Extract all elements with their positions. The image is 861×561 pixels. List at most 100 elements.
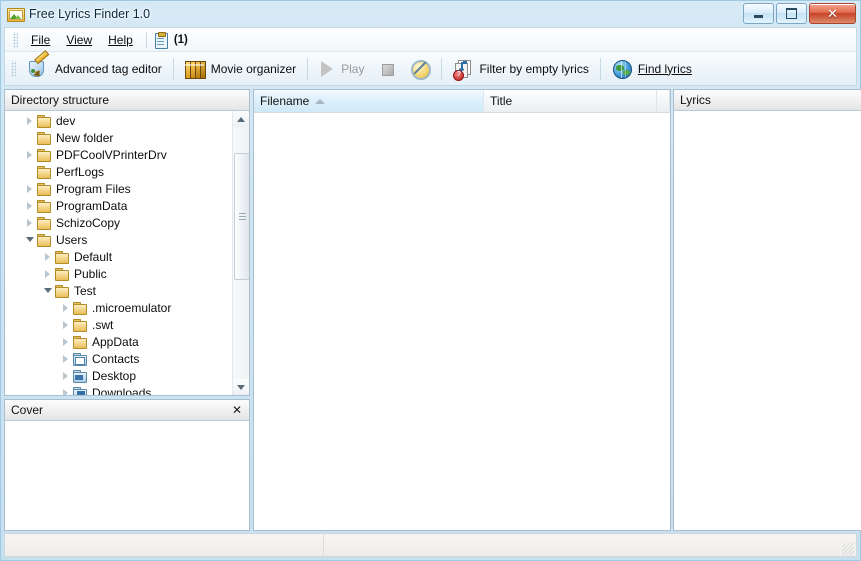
filter-badge: ? xyxy=(453,70,464,81)
cover-panel-header: Cover ✕ xyxy=(5,400,249,421)
lyrics-panel: Lyrics ✕ xyxy=(673,89,861,531)
filter-empty-lyrics-label: Filter by empty lyrics xyxy=(479,62,588,76)
tree-item[interactable]: Program Files xyxy=(5,180,233,197)
menu-gripper[interactable] xyxy=(13,32,18,48)
tree-item[interactable]: ProgramData xyxy=(5,197,233,214)
folder-icon xyxy=(36,131,52,145)
tree-item[interactable]: Downloads xyxy=(5,384,233,395)
menu-separator xyxy=(146,32,147,48)
lyrics-text-area[interactable] xyxy=(674,111,861,530)
column-header-label: Title xyxy=(490,94,512,108)
status-cell-2 xyxy=(324,534,856,556)
tree-item-label: ProgramData xyxy=(56,199,127,213)
directory-tree-scrollbar[interactable] xyxy=(232,111,249,395)
menu-view-label: View xyxy=(66,33,92,47)
tree-item[interactable]: Test xyxy=(5,282,233,299)
tree-item-label: PerfLogs xyxy=(56,165,104,179)
expand-arrow-icon[interactable] xyxy=(59,355,72,363)
tree-item[interactable]: New folder xyxy=(5,129,233,146)
cover-panel: Cover ✕ xyxy=(4,399,250,531)
tree-item[interactable]: PerfLogs xyxy=(5,163,233,180)
tree-item-label: Downloads xyxy=(92,386,151,396)
play-icon xyxy=(319,60,335,78)
directory-tree[interactable]: devNew folderPDFCoolVPrinterDrvPerfLogsP… xyxy=(5,111,233,395)
tree-item-label: Public xyxy=(74,267,107,281)
lyrics-panel-title: Lyrics xyxy=(680,93,711,107)
tree-item[interactable]: dev xyxy=(5,112,233,129)
tree-item[interactable]: Desktop xyxy=(5,367,233,384)
minimize-button[interactable] xyxy=(743,3,774,24)
contacts-folder-icon xyxy=(72,352,88,366)
folder-icon xyxy=(36,165,52,179)
column-header-title[interactable]: Title xyxy=(484,90,657,112)
movie-organizer-button[interactable]: Movie organizer xyxy=(177,54,304,83)
toolbar-gripper[interactable] xyxy=(11,61,16,77)
chevron-down-icon xyxy=(237,385,245,390)
desktop-folder-icon xyxy=(72,369,88,383)
toolbar-separator-3 xyxy=(441,58,442,80)
expand-arrow-icon[interactable] xyxy=(41,270,54,278)
folder-icon xyxy=(36,148,52,162)
tag-editor-icon xyxy=(29,59,49,79)
movie-organizer-label: Movie organizer xyxy=(211,62,296,76)
folder-icon xyxy=(36,182,52,196)
resize-grip[interactable] xyxy=(842,543,854,555)
stop-button[interactable] xyxy=(372,54,402,83)
expand-arrow-icon[interactable] xyxy=(59,338,72,346)
maximize-button[interactable] xyxy=(776,3,807,24)
folder-icon xyxy=(54,284,70,298)
advanced-tag-editor-button[interactable]: Advanced tag editor xyxy=(21,54,170,83)
expand-arrow-icon[interactable] xyxy=(23,151,36,159)
expand-arrow-icon[interactable] xyxy=(23,185,36,193)
cover-panel-close-icon[interactable]: ✕ xyxy=(230,403,244,417)
close-button[interactable]: ✕ xyxy=(809,3,856,24)
cover-panel-title: Cover xyxy=(11,403,43,417)
maximize-icon xyxy=(786,8,797,19)
expand-arrow-icon[interactable] xyxy=(23,219,36,227)
find-lyrics-button[interactable]: Find lyrics xyxy=(604,54,700,83)
expand-arrow-icon[interactable] xyxy=(23,117,36,125)
file-list-body[interactable] xyxy=(254,113,670,530)
play-button[interactable]: Play xyxy=(311,54,372,83)
tree-item[interactable]: AppData xyxy=(5,333,233,350)
main-content: Directory structure devNew folderPDFCool… xyxy=(4,89,857,531)
folder-icon xyxy=(54,267,70,281)
tree-item[interactable]: PDFCoolVPrinterDrv xyxy=(5,146,233,163)
column-header-filename[interactable]: Filename xyxy=(254,90,484,112)
chevron-up-icon xyxy=(237,117,245,122)
expand-arrow-icon[interactable] xyxy=(59,304,72,312)
collapse-arrow-icon[interactable] xyxy=(41,288,54,293)
menu-help[interactable]: Help xyxy=(100,30,141,50)
no-lyrics-icon xyxy=(410,59,430,79)
tree-item[interactable]: Contacts xyxy=(5,350,233,367)
file-list-view[interactable]: Filename Title xyxy=(253,89,671,531)
no-lyrics-button[interactable] xyxy=(402,54,438,83)
menu-view[interactable]: View xyxy=(58,30,100,50)
expand-arrow-icon[interactable] xyxy=(23,202,36,210)
scroll-up-button[interactable] xyxy=(233,111,249,127)
filter-empty-lyrics-button[interactable]: ? Filter by empty lyrics xyxy=(445,54,596,83)
expand-arrow-icon[interactable] xyxy=(59,321,72,329)
tree-item[interactable]: Public xyxy=(5,265,233,282)
toolbar-separator-4 xyxy=(600,58,601,80)
tree-item[interactable]: Default xyxy=(5,248,233,265)
tree-item-label: Users xyxy=(56,233,87,247)
collapse-arrow-icon[interactable] xyxy=(23,237,36,242)
tree-item[interactable]: SchizoCopy xyxy=(5,214,233,231)
folder-icon xyxy=(72,318,88,332)
scroll-down-button[interactable] xyxy=(233,379,249,395)
clipboard-icon[interactable] xyxy=(154,32,168,48)
menu-file[interactable]: File xyxy=(23,30,58,50)
tree-item[interactable]: .swt xyxy=(5,316,233,333)
expand-arrow-icon[interactable] xyxy=(59,372,72,380)
expand-arrow-icon[interactable] xyxy=(59,389,72,396)
directory-panel-body: devNew folderPDFCoolVPrinterDrvPerfLogsP… xyxy=(5,111,249,395)
globe-icon xyxy=(612,59,632,79)
folder-icon xyxy=(36,233,52,247)
cover-image-area xyxy=(5,421,249,530)
folder-icon xyxy=(72,301,88,315)
scrollbar-thumb[interactable] xyxy=(234,153,249,280)
tree-item[interactable]: Users xyxy=(5,231,233,248)
tree-item[interactable]: .microemulator xyxy=(5,299,233,316)
expand-arrow-icon[interactable] xyxy=(41,253,54,261)
